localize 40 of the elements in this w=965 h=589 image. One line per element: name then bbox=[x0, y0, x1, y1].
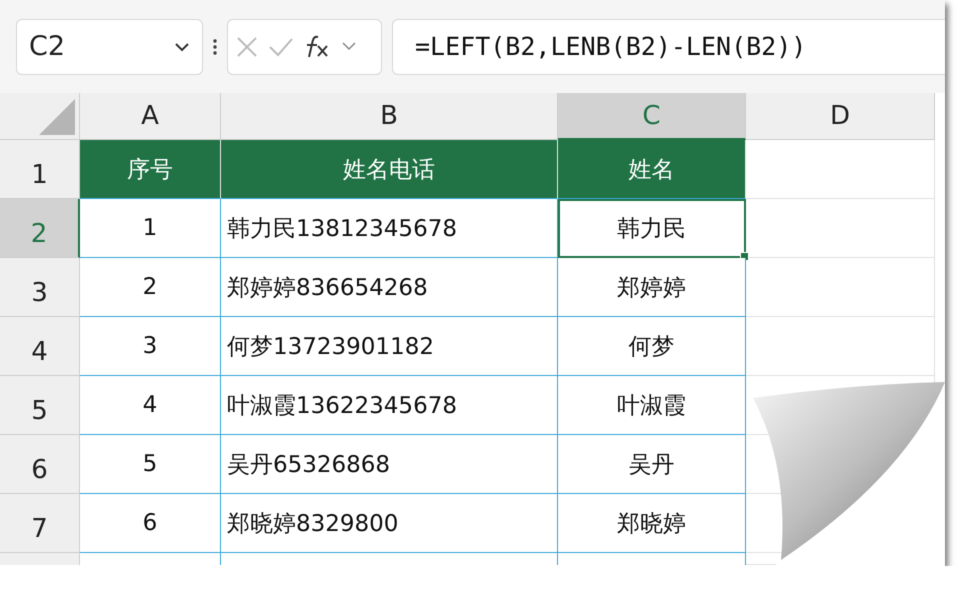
table-cell: 3 bbox=[80, 317, 221, 376]
more-options-icon[interactable] bbox=[213, 38, 217, 56]
header-cell: 姓名 bbox=[558, 140, 746, 199]
column-header[interactable]: D bbox=[746, 93, 935, 140]
table-cell: 5 bbox=[80, 435, 221, 494]
table-cell: 6 bbox=[80, 494, 221, 553]
column-header[interactable]: C bbox=[558, 93, 746, 140]
table-cell: 韩力民13812345678 bbox=[221, 199, 558, 258]
chevron-down-icon[interactable] bbox=[174, 42, 190, 52]
table-cell: 吴丹65326868 bbox=[221, 435, 558, 494]
cell-reference: C2 bbox=[29, 31, 66, 62]
cancel-icon[interactable] bbox=[236, 36, 258, 58]
row-header[interactable]: 1 bbox=[0, 140, 80, 199]
select-all-icon[interactable] bbox=[39, 99, 75, 135]
table-cell: 郑婷婷836654268 bbox=[221, 258, 558, 317]
table-cell: 郑婷婷 bbox=[558, 258, 746, 317]
formula-field[interactable]: =LEFT(B2,LENB(B2)-LEN(B2)) bbox=[392, 18, 945, 74]
column-header[interactable]: A bbox=[80, 93, 221, 140]
table-cell: 叶淑霞 bbox=[558, 376, 746, 435]
row-header[interactable]: 6 bbox=[0, 435, 80, 494]
header-cell: 序号 bbox=[80, 140, 221, 199]
column-header[interactable]: B bbox=[221, 93, 558, 140]
confirm-icon[interactable] bbox=[268, 36, 294, 56]
table-cell: 郑晓婷8329800 bbox=[221, 494, 558, 553]
row-header[interactable]: 5 bbox=[0, 376, 80, 435]
table-cell: 1 bbox=[80, 199, 221, 258]
header-cell: 姓名电话 bbox=[221, 140, 558, 199]
row-header[interactable]: 3 bbox=[0, 258, 80, 317]
name-box[interactable]: C2 bbox=[16, 18, 203, 74]
table-cell: 何梦 bbox=[558, 317, 746, 376]
row-header[interactable]: 7 bbox=[0, 494, 80, 553]
table-cell: 吴丹 bbox=[558, 435, 746, 494]
table-cell: 郑晓婷 bbox=[558, 494, 746, 553]
row-header[interactable]: 2 bbox=[0, 199, 80, 258]
table-cell: 何梦13723901182 bbox=[221, 317, 558, 376]
row-header[interactable]: 4 bbox=[0, 317, 80, 376]
table-cell: 2 bbox=[80, 258, 221, 317]
table-cell: 4 bbox=[80, 376, 221, 435]
table-cell: 韩力民 bbox=[558, 199, 746, 258]
table-cell: 叶淑霞13622345678 bbox=[221, 376, 558, 435]
